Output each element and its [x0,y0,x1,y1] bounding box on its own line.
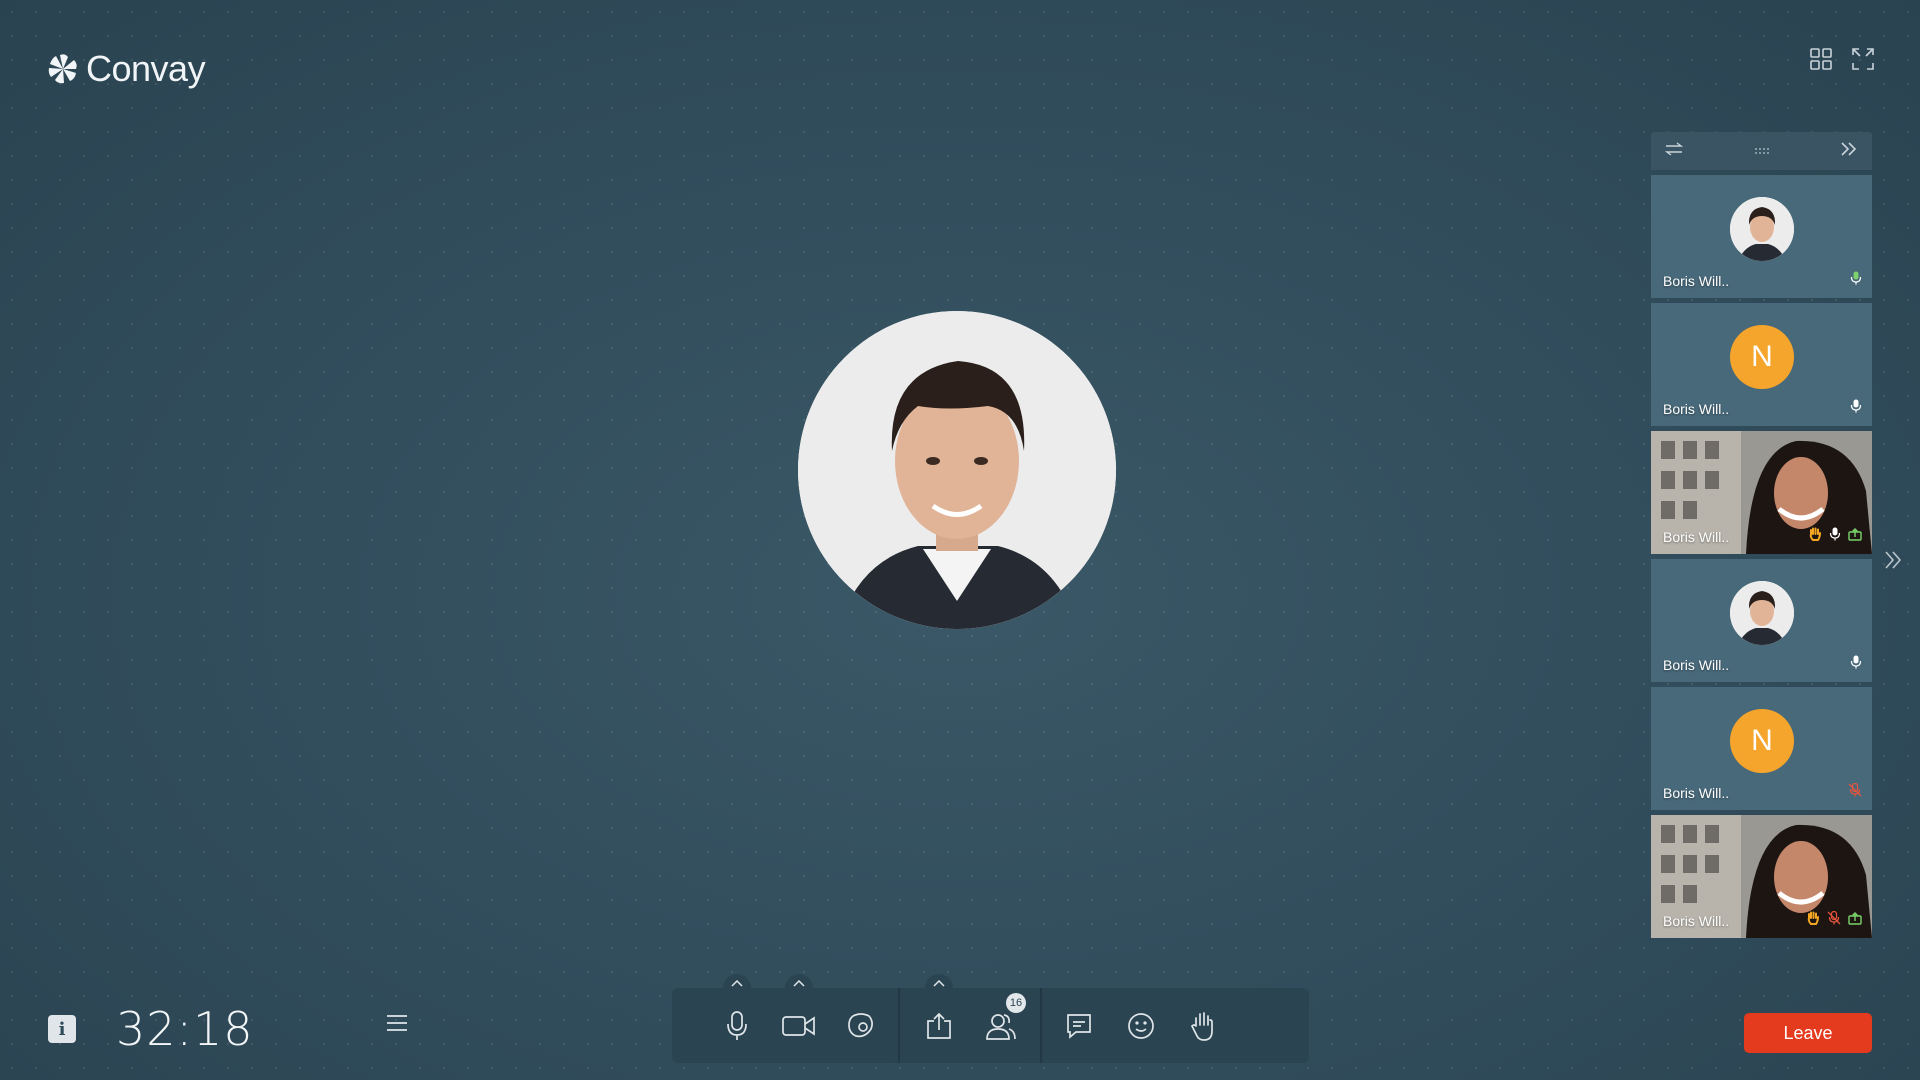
share-icon [927,1012,951,1039]
participant-name: Boris Will.. [1663,529,1730,545]
participant-name: Boris Will.. [1663,913,1730,929]
drag-handle-icon[interactable] [1754,142,1770,160]
app-logo: Convay [46,48,206,90]
participant-tile[interactable]: N Boris Will.. [1651,303,1872,426]
participant-status [1848,782,1862,802]
app-name: Convay [86,48,206,89]
participant-status [1808,527,1862,546]
participant-tile[interactable]: Boris Will.. [1651,175,1872,298]
mic-icon [1850,655,1862,674]
fullscreen-icon[interactable] [1850,46,1876,72]
screen-share-icon [1848,911,1862,930]
view-controls [1808,46,1876,72]
person-photo [798,311,1116,629]
share-options-caret[interactable] [925,974,953,992]
participant-avatar [1730,197,1794,261]
participants-count-badge: 16 [1006,993,1026,1013]
participant-tile[interactable]: Boris Will.. [1651,815,1872,938]
active-speaker-avatar [798,311,1116,629]
chat-button[interactable] [1048,988,1110,1063]
meeting-toolbar: 16 [672,974,1309,1063]
participant-status [1850,655,1862,674]
engagement-controls [1042,988,1240,1063]
expand-sidebar-icon[interactable] [1884,549,1902,576]
participants-panel-header [1651,132,1872,170]
mic-icon [1829,527,1841,546]
emoji-icon [1128,1012,1154,1039]
participant-status [1806,910,1862,930]
participant-avatar-letter: N [1730,709,1794,773]
screen-share-icon [1848,527,1862,546]
microphone-icon [727,1010,747,1040]
convay-logo-icon [48,54,77,84]
participant-name: Boris Will.. [1663,785,1730,801]
participant-tile[interactable]: Boris Will.. [1651,559,1872,682]
background-effects-icon [848,1012,873,1037]
mic-active-icon [1850,271,1862,290]
raise-hand-icon [1190,1011,1213,1041]
raised-hand-icon [1806,911,1820,930]
participant-name: Boris Will.. [1663,273,1730,289]
chat-icon [1067,1013,1091,1039]
collapse-panel-icon[interactable] [1840,141,1858,162]
mic-options-caret[interactable] [723,974,751,992]
share-screen-button[interactable] [908,974,970,1063]
participant-tile[interactable]: Boris Will.. [1651,431,1872,554]
media-controls [672,974,898,1063]
grid-view-icon[interactable] [1808,46,1834,72]
video-camera-icon [782,1015,815,1036]
leave-button[interactable]: Leave [1744,1013,1872,1053]
info-button[interactable]: i [48,1015,76,1043]
participant-status [1850,399,1862,418]
mic-muted-icon [1848,782,1862,802]
participant-status [1850,271,1862,290]
mic-muted-icon [1827,910,1841,930]
meeting-timer: 32:18 [116,1002,254,1056]
reactions-button[interactable] [1110,988,1172,1063]
meeting-info-area: i 32:18 [48,1002,254,1056]
participant-tile[interactable]: N Boris Will.. [1651,687,1872,810]
raised-hand-icon [1808,527,1822,546]
participants-icon [986,1013,1016,1040]
participant-avatar-letter: N [1730,325,1794,389]
participant-name: Boris Will.. [1663,401,1730,417]
camera-options-caret[interactable] [785,974,813,992]
menu-icon[interactable] [386,1012,408,1039]
swap-icon[interactable] [1664,141,1684,161]
participant-name: Boris Will.. [1663,657,1730,673]
camera-button[interactable] [768,974,830,1063]
share-controls: 16 [900,974,1040,1063]
raise-hand-button[interactable] [1172,988,1234,1063]
participants-panel: Boris Will.. N Boris Will.. Boris Will.. [1651,132,1872,938]
virtual-background-button[interactable] [830,988,892,1063]
participant-avatar [1730,581,1794,645]
participants-button[interactable]: 16 [970,988,1032,1063]
microphone-button[interactable] [706,974,768,1063]
mic-icon [1850,399,1862,418]
